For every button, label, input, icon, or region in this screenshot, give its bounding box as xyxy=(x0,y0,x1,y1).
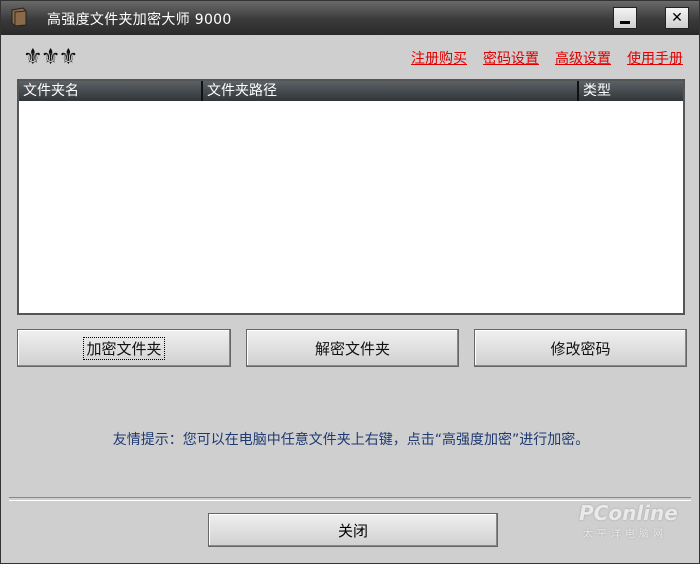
column-header-folder-path[interactable]: 文件夹路径 xyxy=(203,81,579,101)
password-settings-link[interactable]: 密码设置 xyxy=(483,48,539,68)
advanced-settings-link[interactable]: 高级设置 xyxy=(555,48,611,68)
minimize-button[interactable] xyxy=(613,7,637,29)
close-window-button[interactable]: ✕ xyxy=(665,7,689,29)
watermark-brand: PConline xyxy=(579,501,678,525)
column-header-type[interactable]: 类型 xyxy=(579,81,683,101)
encrypt-folder-label: 加密文件夹 xyxy=(83,336,165,360)
register-buy-link[interactable]: 注册购买 xyxy=(411,48,467,68)
fleur-de-lis-logo-icon: ⚜⚜⚜ xyxy=(23,45,78,70)
pconline-watermark: PConline 太平洋电脑网 xyxy=(575,493,691,541)
title-bar[interactable]: 高强度文件夹加密大师 9000 ✕ xyxy=(1,1,699,35)
top-links: 注册购买 密码设置 高级设置 使用手册 xyxy=(411,48,683,68)
close-icon: ✕ xyxy=(671,10,683,26)
decrypt-folder-button[interactable]: 解密文件夹 xyxy=(246,329,459,367)
column-header-folder-name[interactable]: 文件夹名 xyxy=(19,81,203,101)
user-manual-link[interactable]: 使用手册 xyxy=(627,48,683,68)
minimize-icon xyxy=(620,20,630,24)
table-header: 文件夹名 文件夹路径 类型 xyxy=(19,81,683,101)
watermark-subtitle: 太平洋电脑网 xyxy=(583,529,667,540)
change-password-button[interactable]: 修改密码 xyxy=(474,329,687,367)
friendly-tip-text: 友情提示：您可以在电脑中任意文件夹上右键，点击“高强度加密”进行加密。 xyxy=(112,432,590,448)
folder-list-table[interactable]: 文件夹名 文件夹路径 类型 xyxy=(17,79,685,315)
app-window: 高强度文件夹加密大师 9000 ✕ ⚜⚜⚜ 注册购买 密码设置 高级设置 使用手… xyxy=(0,0,700,564)
app-icon xyxy=(11,7,27,27)
encrypt-folder-button[interactable]: 加密文件夹 xyxy=(17,329,231,367)
window-title: 高强度文件夹加密大师 9000 xyxy=(47,12,232,28)
close-button[interactable]: 关闭 xyxy=(208,513,498,547)
